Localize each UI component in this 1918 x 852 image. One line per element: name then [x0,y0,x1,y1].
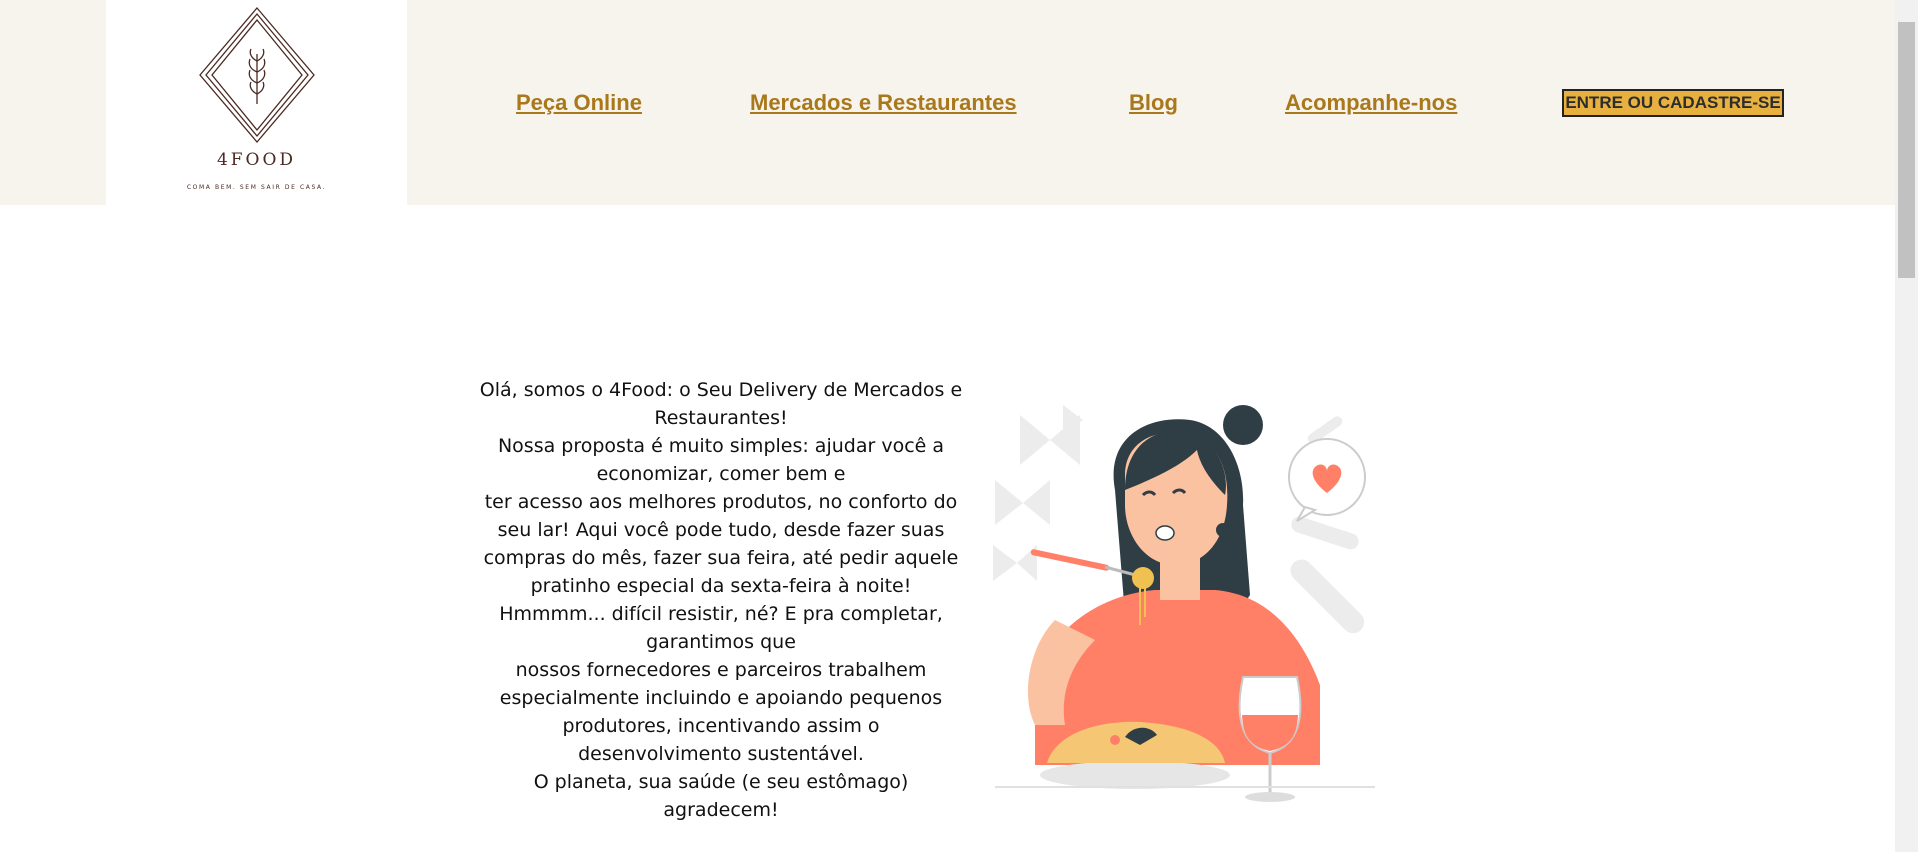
vertical-scrollbar[interactable] [1895,0,1918,852]
brand-tagline: COMA BEM. SEM SAIR DE CASA. [186,184,327,191]
page: 4FOOD COMA BEM. SEM SAIR DE CASA. Peça O… [0,0,1918,852]
scrollbar-thumb[interactable] [1898,22,1915,278]
nav-link-blog[interactable]: Blog [1129,90,1178,116]
site-header: 4FOOD COMA BEM. SEM SAIR DE CASA. Peça O… [0,0,1895,205]
intro-line: Nossa proposta é muito simples: ajudar v… [497,435,945,485]
login-signup-button[interactable]: ENTRE OU CADASTRE-SE [1562,89,1784,117]
nav-link-acompanhe-nos[interactable]: Acompanhe-nos [1285,90,1457,116]
logo[interactable]: 4FOOD COMA BEM. SEM SAIR DE CASA. [106,0,407,205]
nav-link-mercados-restaurantes[interactable]: Mercados e Restaurantes [750,90,1017,116]
wheat-diamond-logo-icon [199,6,315,144]
intro-line: O planeta, sua saúde (e seu estômago) ag… [533,771,909,821]
intro-line: nossos fornecedores e parceiros trabalhe… [499,659,943,765]
brand-name: 4FOOD [216,150,297,170]
intro-line: Olá, somos o 4Food: o Seu Delivery de Me… [479,379,963,429]
nav-link-peca-online[interactable]: Peça Online [516,90,642,116]
intro-line: ter acesso aos melhores produtos, no con… [483,491,959,653]
intro-text: Olá, somos o 4Food: o Seu Delivery de Me… [478,376,964,824]
woman-eating-pasta-illustration-icon [993,405,1375,802]
